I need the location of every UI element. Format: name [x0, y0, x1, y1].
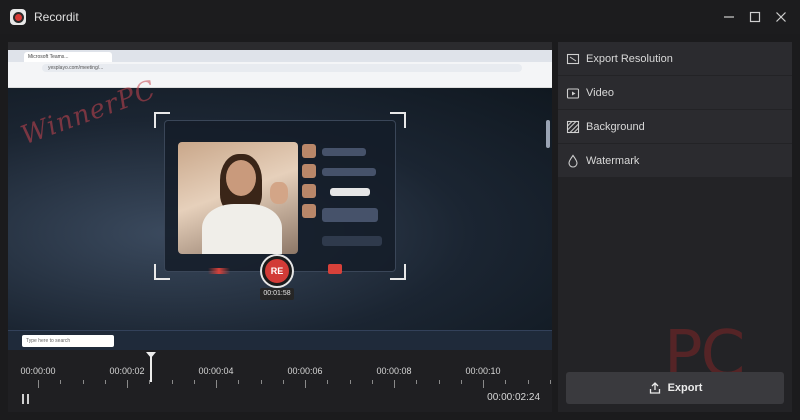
- url-field: yesplayo.com/meeting/...: [42, 64, 522, 72]
- close-icon: [776, 12, 786, 22]
- ruler-tick: [82, 380, 84, 384]
- export-icon: [649, 382, 660, 394]
- ruler-tick: [438, 380, 440, 384]
- panel-item-watermark[interactable]: Watermark: [558, 144, 792, 177]
- app-title: Recordit: [34, 10, 79, 24]
- ruler-tick: [238, 380, 240, 384]
- record-button: RE: [262, 256, 292, 286]
- tick-label: 00:00:06: [287, 366, 323, 376]
- ruler-tick: [60, 380, 62, 384]
- avatar: [302, 164, 316, 178]
- ruler-tick: [104, 380, 106, 384]
- avatar: [302, 204, 316, 218]
- minimize-icon: [724, 16, 734, 18]
- maximize-button[interactable]: [746, 8, 764, 26]
- ruler-tick: [216, 380, 217, 388]
- ruler-tick: [171, 380, 173, 384]
- recordit-logo-icon: [10, 9, 26, 25]
- ruler-tick: [349, 380, 351, 384]
- playhead-handle[interactable]: [146, 352, 156, 358]
- preview-panel: Microsoft Teams... yesplayo.com/meeting/…: [8, 42, 552, 350]
- ruler-tick: [416, 380, 418, 384]
- tick-label: 00:00:10: [465, 366, 501, 376]
- resolution-icon: [566, 52, 580, 66]
- tick-label: 00:00:04: [198, 366, 234, 376]
- ruler-tick: [282, 380, 284, 384]
- ruler-tick: [483, 380, 484, 388]
- recording-timer: 00:01:58: [260, 288, 294, 300]
- ruler-tick: [371, 380, 373, 384]
- page-scrollbar: [546, 120, 550, 148]
- bookmarks-bar: [8, 74, 552, 88]
- panel-item-export-resolution[interactable]: Export Resolution: [558, 42, 792, 75]
- watermark-icon: [566, 154, 580, 168]
- ruler-tick: [193, 380, 195, 384]
- panel-item-background[interactable]: Background: [558, 110, 792, 143]
- ruler-tick: [127, 380, 128, 388]
- panel-item-video[interactable]: Video: [558, 76, 792, 109]
- chat-column: [300, 142, 388, 254]
- timeline[interactable]: 00:00:00 00:00:02 00:00:04 00:00:06 00:0…: [8, 350, 573, 412]
- tick-label: 00:00:08: [376, 366, 412, 376]
- windows-taskbar: Type here to search: [8, 330, 552, 350]
- tick-label: 00:00:02: [109, 366, 145, 376]
- background-icon: [566, 120, 580, 134]
- minimize-button[interactable]: [720, 8, 738, 26]
- browser-tab: Microsoft Teams...: [24, 52, 112, 62]
- browser-address-bar: yesplayo.com/meeting/...: [8, 62, 552, 74]
- ruler-tick: [260, 380, 262, 384]
- avatar: [302, 184, 316, 198]
- ruler-tick: [549, 380, 551, 384]
- video-icon: [566, 86, 580, 100]
- settings-panel: Export Resolution Video Background Water…: [558, 42, 792, 412]
- ruler-tick: [460, 380, 462, 384]
- maximize-icon: [749, 11, 761, 23]
- ruler-tick: [305, 380, 306, 388]
- avatar: [302, 144, 316, 158]
- export-label: Export: [667, 382, 703, 394]
- recording-preview[interactable]: Microsoft Teams... yesplayo.com/meeting/…: [8, 50, 552, 350]
- ruler-tick: [505, 380, 507, 384]
- export-button[interactable]: Export: [566, 372, 784, 404]
- participant-video: [178, 142, 298, 254]
- ruler-tick: [527, 380, 529, 384]
- playhead[interactable]: [146, 352, 156, 382]
- browser-tab-strip: Microsoft Teams...: [8, 50, 552, 62]
- ruler-tick: [38, 380, 39, 388]
- camera-icon: [328, 264, 342, 274]
- pause-icon: [22, 394, 24, 404]
- close-button[interactable]: [772, 8, 790, 26]
- ruler-tick: [394, 380, 395, 388]
- audio-waveform: [208, 268, 230, 274]
- ruler-tick: [327, 380, 329, 384]
- current-time: 00:00:02:24: [487, 392, 540, 403]
- title-bar: Recordit: [0, 0, 800, 34]
- tick-label: 00:00:00: [20, 366, 56, 376]
- taskbar-search: Type here to search: [22, 335, 114, 347]
- pause-button[interactable]: [22, 394, 32, 404]
